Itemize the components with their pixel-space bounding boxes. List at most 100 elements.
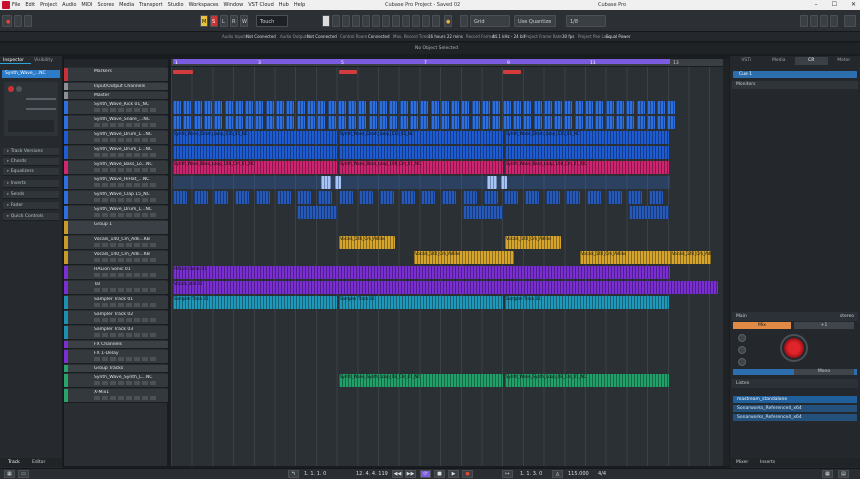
event[interactable] xyxy=(574,116,583,129)
track-header[interactable]: Markers xyxy=(64,68,168,82)
event[interactable] xyxy=(173,176,670,189)
event[interactable]: Vocals_a04 01 xyxy=(173,281,718,294)
event-lanes[interactable]: Synth_Wave_Drum_Loop_115_01_NC Synth_Wave… xyxy=(171,67,723,466)
event[interactable] xyxy=(234,101,243,114)
event[interactable] xyxy=(646,116,655,129)
event[interactable] xyxy=(595,116,604,129)
record-icon[interactable]: ● xyxy=(462,470,473,478)
tab-editor[interactable]: Editor xyxy=(32,460,45,465)
listen-button[interactable]: L xyxy=(220,15,228,27)
colorize-button[interactable]: ● xyxy=(444,15,452,27)
layout-dock-button[interactable] xyxy=(830,15,838,27)
event[interactable] xyxy=(214,116,223,129)
track-controls[interactable] xyxy=(94,138,156,142)
track-controls[interactable] xyxy=(94,183,156,187)
event[interactable] xyxy=(667,101,676,114)
track-header[interactable]: FX 1-Delay xyxy=(64,350,168,364)
event[interactable] xyxy=(615,116,624,129)
event[interactable] xyxy=(505,146,669,159)
event[interactable] xyxy=(461,116,470,129)
event[interactable] xyxy=(359,191,374,204)
event[interactable] xyxy=(595,101,604,114)
event[interactable] xyxy=(297,191,312,204)
event[interactable] xyxy=(296,116,305,129)
inspector-track-name[interactable]: Synth_Wave_...NC xyxy=(2,70,60,78)
marker-event[interactable] xyxy=(339,70,357,74)
color-tool[interactable] xyxy=(432,15,440,27)
event[interactable] xyxy=(502,101,511,114)
menu-help[interactable]: Help xyxy=(294,2,305,8)
listen-item[interactable]: Sonarworks_Reference4_x64 xyxy=(733,405,857,412)
main-volume-knob[interactable] xyxy=(784,338,804,358)
track-header[interactable]: Sampler Track 02 xyxy=(64,311,168,325)
event[interactable] xyxy=(585,116,593,129)
event[interactable] xyxy=(379,116,387,129)
menu-scores[interactable]: Scores xyxy=(98,2,115,8)
event[interactable] xyxy=(173,191,187,204)
event[interactable] xyxy=(440,116,449,129)
event[interactable] xyxy=(317,191,332,204)
event[interactable] xyxy=(214,101,223,114)
event[interactable] xyxy=(430,101,439,114)
event[interactable] xyxy=(224,116,233,129)
event[interactable] xyxy=(286,116,295,129)
section-inserts[interactable]: Inserts xyxy=(3,180,59,188)
event[interactable] xyxy=(667,116,676,129)
track-header[interactable]: Vocals_140_Cm_Adli...KB xyxy=(64,236,168,250)
event[interactable] xyxy=(482,101,490,114)
track-header[interactable]: Synth_Wave_Clap 15_NC xyxy=(64,191,168,205)
ruler[interactable]: 1 3 5 7 9 11 13 xyxy=(171,59,723,67)
event[interactable] xyxy=(574,101,583,114)
glue-tool[interactable] xyxy=(352,15,360,27)
track-controls[interactable] xyxy=(94,243,156,247)
section-chords[interactable]: Chords xyxy=(3,158,59,166)
event[interactable] xyxy=(533,101,542,114)
event[interactable]: Sampler Track 01 xyxy=(505,296,669,309)
track-controls[interactable] xyxy=(94,381,156,385)
event[interactable] xyxy=(451,116,460,129)
play-tool[interactable] xyxy=(412,15,420,27)
event[interactable] xyxy=(317,116,326,129)
section-quick-controls[interactable]: Quick Controls xyxy=(3,213,59,221)
marker-event[interactable] xyxy=(173,70,193,74)
automation-mode-select[interactable]: Touch xyxy=(256,15,288,27)
event[interactable] xyxy=(296,101,305,114)
event[interactable] xyxy=(524,191,539,204)
solo-all-button[interactable]: S xyxy=(210,15,218,27)
track-controls[interactable] xyxy=(94,333,156,337)
event[interactable] xyxy=(317,101,326,114)
event[interactable]: Vocals_140_Cm_Adlibs xyxy=(505,236,561,249)
event[interactable] xyxy=(461,101,470,114)
event[interactable] xyxy=(337,101,346,114)
event[interactable] xyxy=(646,101,655,114)
menu-window[interactable]: Window xyxy=(224,2,244,8)
event[interactable] xyxy=(380,191,394,204)
play-icon[interactable]: ▶ xyxy=(448,470,459,478)
history-button[interactable] xyxy=(24,15,32,27)
track-header[interactable]: HALion Sonic 01 xyxy=(64,266,168,280)
erase-tool[interactable] xyxy=(362,15,370,27)
event[interactable] xyxy=(339,146,503,159)
event[interactable] xyxy=(512,101,521,114)
event[interactable] xyxy=(564,116,573,129)
menu-hub[interactable]: Hub xyxy=(279,2,289,8)
tab-mixer[interactable]: Mixer xyxy=(736,460,748,465)
event[interactable] xyxy=(564,101,573,114)
marker-event[interactable] xyxy=(503,70,521,74)
event[interactable] xyxy=(628,191,643,204)
auto-scroll-button[interactable] xyxy=(460,15,468,27)
right-zone-toggle-icon[interactable]: ▦ xyxy=(822,470,833,478)
event[interactable]: Sampler Track 01 xyxy=(173,296,337,309)
event[interactable] xyxy=(636,101,645,114)
event[interactable] xyxy=(554,101,563,114)
track-header[interactable]: Master xyxy=(64,92,168,100)
event[interactable]: HALion Sonic 01 xyxy=(173,266,670,279)
event[interactable] xyxy=(348,101,357,114)
track-header[interactable]: Vocals_140_Cm_Adli...KB xyxy=(64,251,168,265)
track-header[interactable]: Synth_Wave_Snare_...NC xyxy=(64,116,168,130)
track-header[interactable]: Synth_Wave_HiHat_...NC xyxy=(64,176,168,190)
event[interactable] xyxy=(348,116,357,129)
menu-studio[interactable]: Studio xyxy=(168,2,184,8)
left-locator[interactable]: 1. 1. 1. 0 xyxy=(304,471,326,478)
menu-project[interactable]: Project xyxy=(40,2,57,8)
